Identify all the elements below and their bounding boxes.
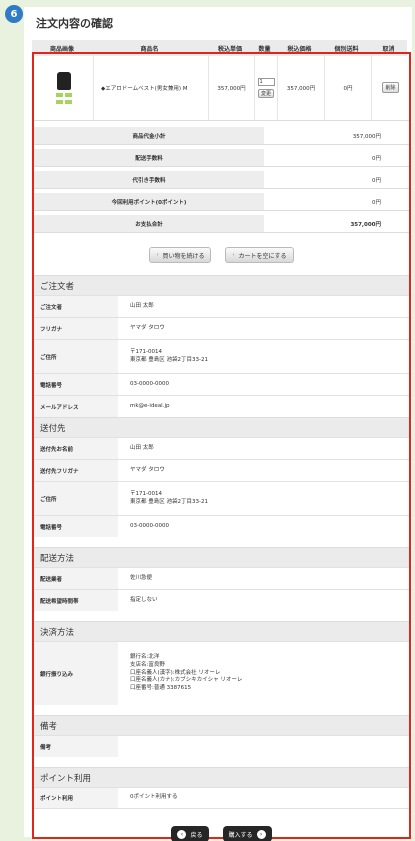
product-name[interactable]: ◆エアロドームベスト(男女兼用) M — [94, 55, 209, 120]
quantity-input[interactable]: 1 — [257, 77, 275, 86]
unit-price: 357,000円 — [209, 55, 255, 120]
orderer-name-row: ご注文者 山田 太郎 — [34, 295, 409, 317]
section-points: ポイント利用 — [34, 767, 409, 787]
orderer-kana-row: フリガナ ヤマダ タロウ — [34, 317, 409, 339]
summary-row: 今回利用ポイント(0ポイント) 0円 — [34, 193, 409, 211]
quantity-cell: 1 変更 — [255, 55, 278, 120]
address: 東京都 豊島区 池袋2丁目33-21 — [130, 356, 208, 363]
change-quantity-button[interactable]: 変更 — [257, 88, 274, 98]
chevron-left-icon: ‹ — [232, 252, 235, 258]
purchase-button[interactable]: 購入する › — [222, 826, 272, 841]
section-payment: 決済方法 — [34, 621, 409, 641]
carrier-row: 配送業者 佐川急便 — [34, 567, 409, 589]
postal-code: 〒171-0014 — [130, 490, 162, 497]
summary-label: お支払合計 — [34, 215, 264, 232]
chevron-left-icon: ‹ — [156, 252, 159, 258]
summary-value: 0円 — [372, 155, 381, 162]
address: 東京都 豊島区 池袋2丁目33-21 — [130, 498, 208, 505]
section-orderer: ご注文者 — [34, 275, 409, 295]
cart-item-row: ◆エアロドームベスト(男女兼用) M 357,000円 1 変更 357,000… — [34, 55, 409, 121]
continue-shopping-button[interactable]: ‹ 買い物を続ける — [149, 247, 212, 263]
summary-label: 配送手数料 — [34, 149, 264, 166]
item-shipping: 0円 — [325, 55, 372, 120]
cancel-cell: 削除 — [372, 55, 409, 120]
summary-label: 今回利用ポイント(0ポイント) — [34, 193, 264, 210]
bank-details: 銀行名:北洋 支店名:富良野 口座名義人(漢字):株式会社 リオーレ 口座名義人… — [130, 653, 243, 692]
remarks-row: 備考 — [34, 735, 409, 757]
order-details-box: ◆エアロドームベスト(男女兼用) M 357,000円 1 変更 357,000… — [32, 52, 411, 841]
empty-cart-button[interactable]: ‹ カートを空にする — [225, 247, 294, 263]
recipient-kana-row: 送付先フリガナ ヤマダ タロウ — [34, 459, 409, 481]
total-amount: 357,000円 — [350, 221, 381, 228]
postal-code: 〒171-0014 — [130, 348, 162, 355]
section-shipping-to: 送付先 — [34, 417, 409, 437]
arrow-right-icon: › — [256, 829, 266, 839]
points-row: ポイント利用 0ポイント利用する — [34, 787, 409, 809]
delete-button[interactable]: 削除 — [382, 82, 399, 93]
color-swatches — [55, 92, 72, 97]
summary-label: 代引き手数料 — [34, 171, 264, 188]
summary-value: 0円 — [372, 177, 381, 184]
payment-row: 銀行振り込み 銀行名:北洋 支店名:富良野 口座名義人(漢字):株式会社 リオー… — [34, 641, 409, 705]
orderer-phone-row: 電話番号 03-0000-0000 — [34, 373, 409, 395]
summary-value: 0円 — [372, 199, 381, 206]
item-price: 357,000円 — [278, 55, 325, 120]
summary-total-row: お支払合計 357,000円 — [34, 215, 409, 233]
summary-label: 商品代金小計 — [34, 127, 264, 144]
summary-row: 配送手数料 0円 — [34, 149, 409, 167]
product-thumbnail[interactable] — [34, 55, 94, 120]
back-button[interactable]: ‹ 戻る — [171, 826, 209, 841]
recipient-phone-row: 電話番号 03-0000-0000 — [34, 515, 409, 537]
section-remarks: 備考 — [34, 715, 409, 735]
recipient-address-row: ご住所 〒171-0014 東京都 豊島区 池袋2丁目33-21 — [34, 481, 409, 515]
recipient-name-row: 送付先お名前 山田 太郎 — [34, 437, 409, 459]
summary-row: 商品代金小計 357,000円 — [34, 127, 409, 145]
page-title: 注文内容の確認 — [36, 17, 113, 30]
order-confirmation-panel: 注文内容の確認 商品画像 商品名 税込単価 数量 税込価格 個別送料 取消 ◆エ… — [24, 7, 412, 841]
orderer-email-row: メールアドレス mk@e-ideal.jp — [34, 395, 409, 417]
summary-row: 代引き手数料 0円 — [34, 171, 409, 189]
summary-value: 357,000円 — [352, 133, 381, 140]
delivery-time-row: 配送希望時間帯 指定しない — [34, 589, 409, 611]
arrow-left-icon: ‹ — [177, 829, 187, 839]
cart-actions: ‹ 買い物を続ける ‹ カートを空にする — [34, 240, 409, 270]
step-badge: 6 — [5, 5, 23, 23]
vest-image — [56, 71, 71, 90]
section-delivery: 配送方法 — [34, 547, 409, 567]
footer-actions: ‹ 戻る 購入する › — [34, 822, 409, 841]
orderer-address-row: ご住所 〒171-0014 東京都 豊島区 池袋2丁目33-21 — [34, 339, 409, 373]
